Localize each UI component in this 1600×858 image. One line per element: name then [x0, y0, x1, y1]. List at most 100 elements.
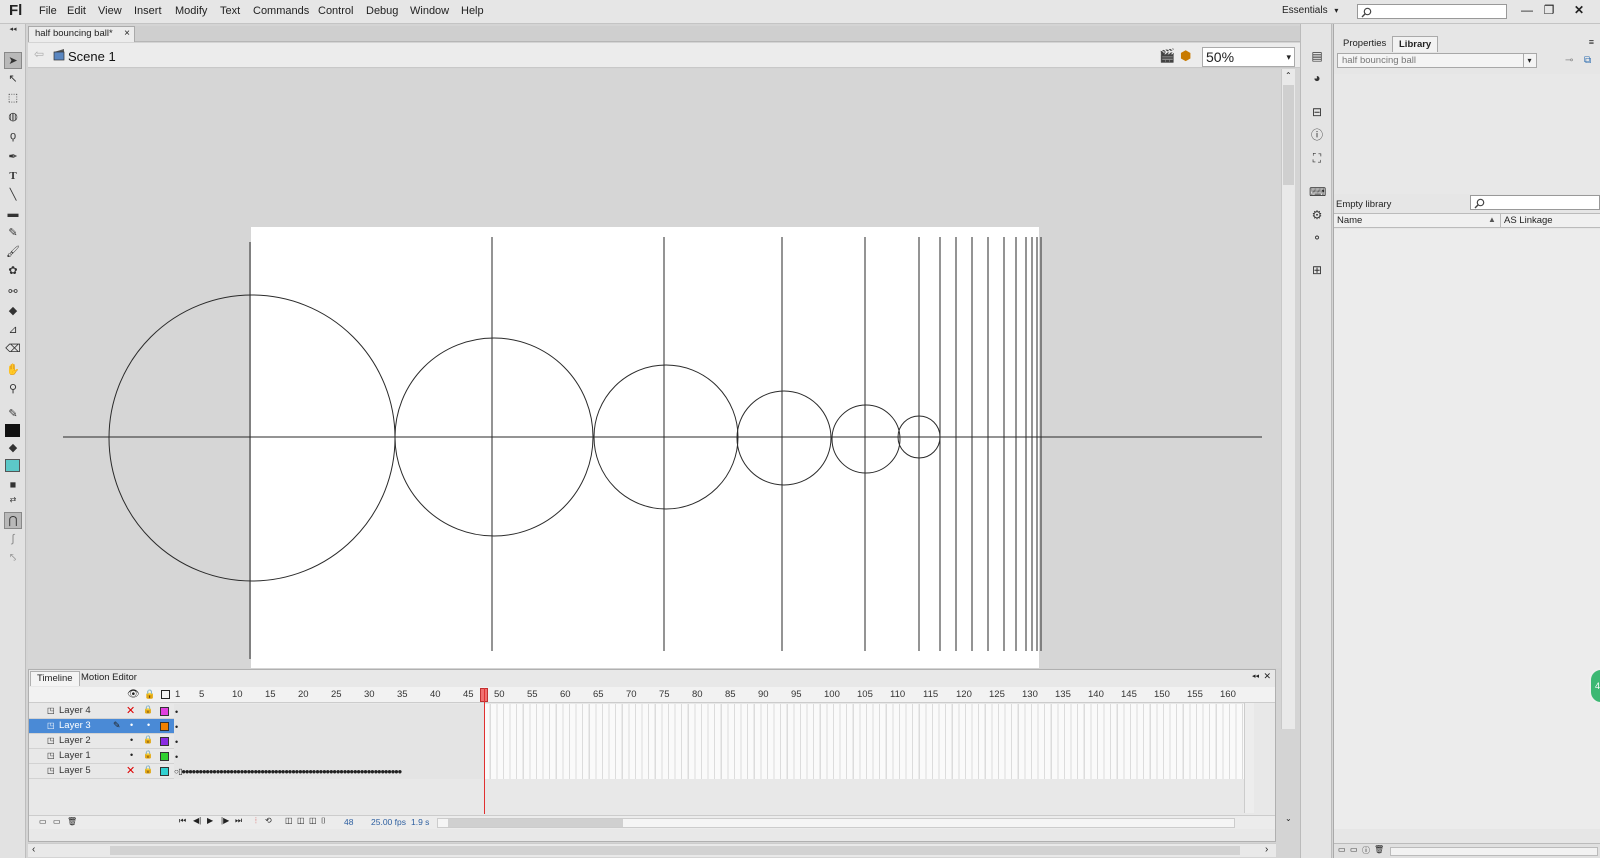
free-transform-tool-icon[interactable]: ⬚ [4, 90, 22, 107]
layer-name[interactable]: Layer 3 [59, 719, 91, 733]
scroll-up-icon[interactable]: ⌃ [1285, 71, 1292, 80]
tab-timeline[interactable]: Timeline [30, 671, 80, 686]
visible-dot-icon[interactable]: • [130, 720, 133, 730]
edit-scene-icon[interactable]: 🎬 [1159, 48, 1175, 64]
visible-dot-icon[interactable]: • [130, 735, 133, 745]
brush-tool-icon[interactable]: 🖌 [4, 244, 22, 261]
center-frame-icon[interactable]: ⦙ [255, 816, 257, 826]
zoom-dropdown[interactable]: 50% ▾ [1202, 47, 1295, 67]
timeline-vertical-scrollbar[interactable] [1244, 703, 1254, 813]
lock-icon[interactable]: 🔒 [143, 705, 153, 714]
go-to-last-frame-icon[interactable]: ⏭ [235, 816, 242, 826]
align-panel-icon[interactable]: ▤ [1309, 48, 1325, 64]
scroll-left-icon[interactable]: ‹ [32, 844, 35, 855]
collapse-tools-icon[interactable]: ◂◂ [4, 26, 22, 34]
layer-outline-swatch[interactable] [160, 707, 169, 716]
lock-icon[interactable]: 🔒 [143, 750, 153, 759]
code-snippets-icon[interactable]: ⌨ [1309, 184, 1326, 200]
deco-tool-icon[interactable]: ✿ [4, 263, 22, 280]
notification-badge[interactable]: 4 [1589, 668, 1600, 704]
line-tool-icon[interactable]: ╲ [4, 187, 22, 204]
lock-icon[interactable]: 🔒 [143, 765, 153, 774]
rectangle-tool-icon[interactable]: ▬ [4, 206, 22, 223]
scroll-down-icon[interactable]: ⌄ [1285, 814, 1292, 823]
help-search-input[interactable] [1374, 5, 1504, 18]
hand-tool-icon[interactable]: ✋ [4, 362, 22, 379]
layer-row-selected[interactable]: ◳ Layer 3 ✎ • • [29, 719, 174, 734]
stage-canvas[interactable] [28, 69, 1281, 668]
swap-colors-icon[interactable]: ⇄ [4, 491, 22, 508]
menu-commands[interactable]: Commands [253, 5, 309, 17]
snap-to-objects-icon[interactable]: ⋂ [4, 512, 22, 529]
pencil-tool-icon[interactable]: ✎ [4, 225, 22, 242]
menu-text[interactable]: Text [220, 5, 240, 17]
lock-all-icon[interactable]: 🔒 [144, 689, 155, 700]
smooth-icon[interactable]: ∫ [4, 531, 22, 548]
fill-color-swatch[interactable] [5, 459, 20, 472]
scroll-right-icon[interactable]: › [1265, 844, 1268, 855]
outline-all-icon[interactable] [161, 690, 170, 699]
panel-menu-icon[interactable]: ≡ [1589, 37, 1594, 47]
back-arrow-icon[interactable]: ⇦ [34, 47, 44, 61]
hidden-x-icon[interactable]: ✕ [126, 704, 135, 717]
layer-outline-swatch[interactable] [160, 737, 169, 746]
transform-icon[interactable]: ⛶ [1309, 150, 1325, 166]
text-tool-icon[interactable]: T [4, 168, 22, 185]
current-frame[interactable]: 48 [344, 817, 353, 827]
stroke-color-swatch[interactable] [5, 424, 20, 437]
menu-edit[interactable]: Edit [67, 5, 86, 17]
layer-name[interactable]: Layer 5 [59, 764, 91, 778]
menu-modify[interactable]: Modify [175, 5, 207, 17]
info-icon[interactable]: ⓘ [1309, 127, 1325, 143]
menu-window[interactable]: Window [410, 5, 449, 17]
column-as-linkage[interactable]: AS Linkage [1504, 215, 1553, 226]
restore-button[interactable]: ❐ [1538, 2, 1560, 20]
stage-horizontal-scrollbar[interactable]: ‹ › [28, 843, 1276, 857]
keyframe-dot[interactable]: • [175, 752, 178, 762]
layer-outline-swatch[interactable] [160, 767, 169, 776]
scroll-thumb[interactable] [448, 819, 623, 827]
selection-tool-icon[interactable]: ➤ [4, 52, 22, 69]
layer-name[interactable]: Layer 1 [59, 749, 91, 763]
workspace-switcher[interactable]: Essentials ▾ [1282, 5, 1338, 16]
library-search-field[interactable] [1470, 195, 1600, 210]
menu-view[interactable]: View [98, 5, 122, 17]
subselection-tool-icon[interactable]: ↖ [4, 71, 22, 88]
zoom-tool-icon[interactable]: ⚲ [4, 381, 22, 398]
frame-ruler[interactable]: 👁 🔒 1 5 10 15 20 25 30 35 40 45 50 55 60… [29, 687, 1275, 703]
keyframe-dot[interactable]: • [175, 722, 178, 732]
onion-skin-icon[interactable]: ◫ [285, 816, 293, 825]
tab-properties[interactable]: Properties [1337, 36, 1392, 52]
unlocked-dot-icon[interactable]: • [147, 720, 150, 730]
paint-bucket-tool-icon[interactable]: ◆ [4, 303, 22, 320]
frame-rate[interactable]: 25.00 fps [371, 817, 406, 827]
modify-markers-icon[interactable]: ⌷ [321, 816, 326, 826]
layer-outline-swatch[interactable] [160, 722, 169, 731]
edit-symbols-icon[interactable]: ⬢ [1180, 48, 1191, 64]
color-panel-icon[interactable]: ◕ [1309, 70, 1325, 86]
align-objects-icon[interactable]: ⊟ [1309, 104, 1325, 120]
new-folder-icon[interactable]: ▭ [1350, 845, 1358, 854]
eyedropper-tool-icon[interactable]: ⊿ [4, 322, 22, 339]
minimize-button[interactable]: — [1516, 2, 1538, 20]
loop-icon[interactable]: ⟲ [265, 816, 272, 825]
delete-layer-icon[interactable]: 🗑 [67, 817, 77, 826]
stage-vertical-scrollbar[interactable]: ⌃ ⌄ [1281, 69, 1295, 823]
column-name[interactable]: Name [1337, 215, 1362, 226]
delete-icon[interactable]: 🗑 [1374, 845, 1384, 854]
keyframe-dot[interactable]: • [175, 707, 178, 717]
keyframe-sequence[interactable]: ○ ▯●●●●●●●●●●●●●●●●●●●●●●●●●●●●●●●●●●●●●… [174, 767, 472, 777]
tab-library[interactable]: Library [1392, 36, 1439, 52]
new-layer-icon[interactable]: ▭ [39, 817, 47, 826]
onion-outlines-icon[interactable]: ◫ [297, 816, 305, 825]
go-to-first-frame-icon[interactable]: ⏮ [179, 816, 186, 826]
eraser-tool-icon[interactable]: ⌫ [4, 341, 22, 358]
layer-row[interactable]: ◳ Layer 2 • 🔒 [29, 734, 174, 749]
scroll-thumb[interactable] [1283, 85, 1294, 185]
show-hide-all-icon[interactable]: 👁 [127, 689, 140, 700]
help-search-field[interactable] [1357, 4, 1507, 19]
new-library-panel-icon[interactable]: ⧉ [1584, 55, 1591, 66]
3d-rotation-tool-icon[interactable]: ◍ [4, 109, 22, 126]
layer-row[interactable]: ◳ Layer 5 ✕ 🔒 [29, 764, 174, 779]
close-window-button[interactable]: ✕ [1568, 2, 1590, 20]
